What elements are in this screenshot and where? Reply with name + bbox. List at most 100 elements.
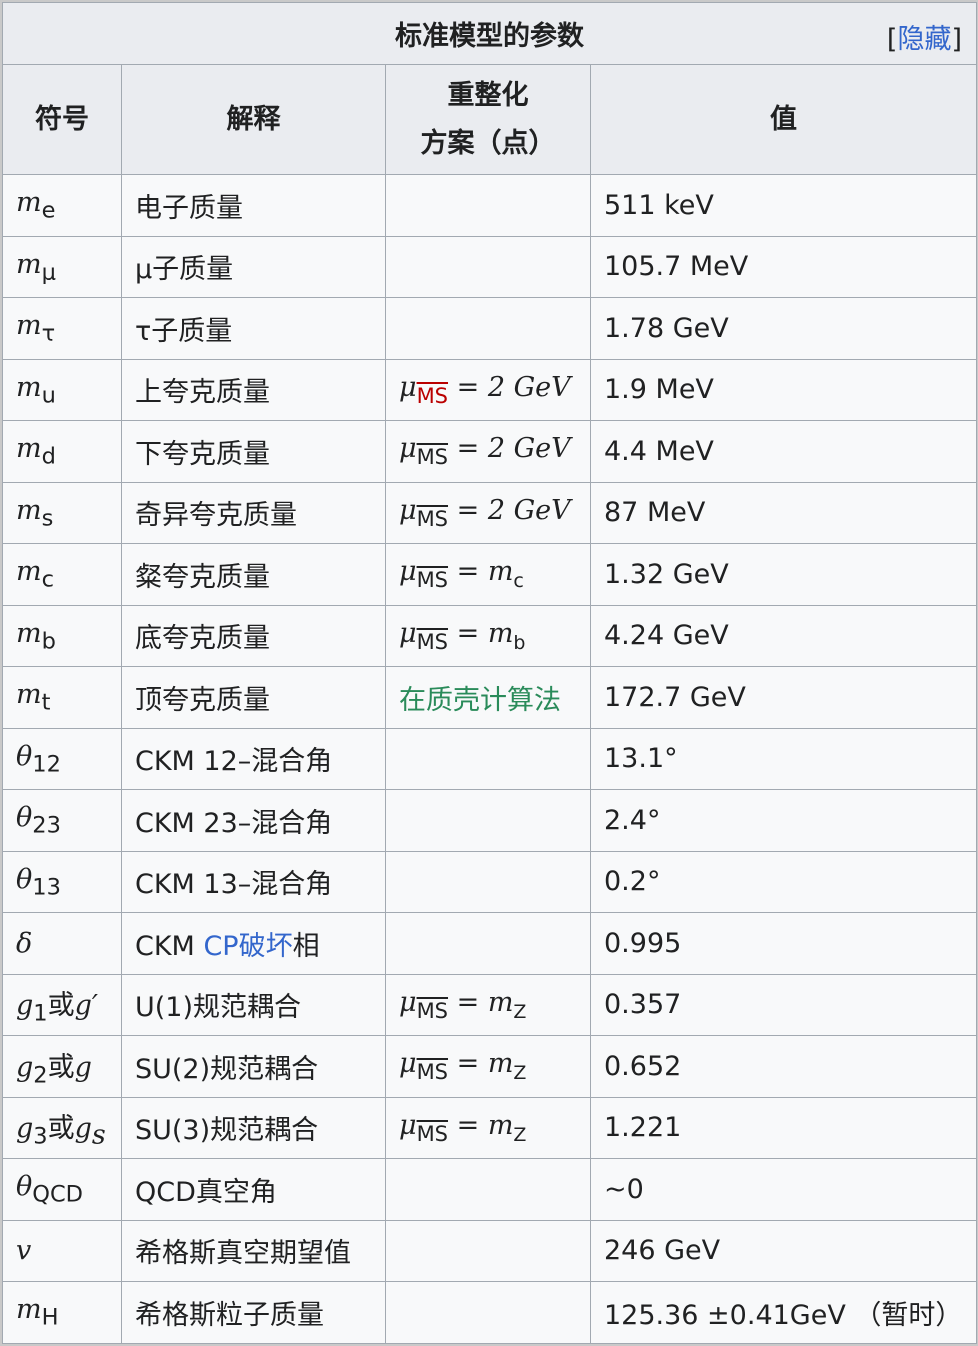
table-body: me 电子质量 511 keV mμ μ子质量 105.7 MeV mτ τ子质量 1.78 G… (2, 174, 977, 1344)
symbol-sub: H (41, 1304, 59, 1331)
scheme-cell (385, 727, 591, 790)
symbol-sub: 2 (33, 1061, 48, 1088)
scheme-rhs-sub: c (513, 570, 524, 593)
symbol-alt: g (74, 1051, 92, 1083)
header-scheme-line2: 方案（点） (420, 127, 556, 159)
explanation-cell: 底夸克质量 (121, 604, 386, 667)
desc-suffix: 相 (292, 930, 320, 962)
symbol-cell: mH (2, 1281, 122, 1344)
scheme-cell (385, 174, 591, 237)
symbol-main: m (16, 617, 42, 649)
value-text: 1.32 GeV (604, 558, 729, 590)
symbol-main: g (16, 1112, 34, 1144)
scheme-cell: μMS = 2 GeV (385, 358, 591, 421)
value-text: 1.78 GeV (604, 312, 729, 344)
table-row: mt 顶夸克质量 在质壳计算法 172.7 GeV (2, 666, 977, 729)
table-row: mH 希格斯粒子质量 125.36 ±0.41GeV （暂时） (2, 1281, 977, 1344)
symbol-sub: τ (41, 320, 56, 347)
scheme-mu: μ (399, 433, 417, 465)
hide-link[interactable]: 隐藏 (897, 24, 951, 55)
desc-text: 希格斯粒子质量 (135, 1299, 324, 1331)
value-cell: 1.32 GeV (590, 543, 977, 606)
explanation-cell: U(1)规范耦合 (121, 973, 386, 1036)
desc-text: 奇异夸克质量 (135, 500, 297, 532)
symbol-cell: me (2, 174, 122, 237)
scheme-mu: μ (399, 617, 417, 649)
explanation-cell: CKM 13–混合角 (121, 850, 386, 913)
value-cell: 105.7 MeV (590, 235, 977, 298)
table-row: θQCD QCD真空角 ~0 (2, 1158, 977, 1221)
scheme-rhs: = 2 GeV (456, 494, 571, 526)
desc-text: 顶夸克质量 (135, 684, 270, 716)
ms-bar-link[interactable]: MS (417, 1122, 448, 1146)
header-scheme-line1: 重整化 (447, 79, 529, 111)
desc-text: CKM 23–混合角 (135, 807, 333, 839)
symbol-cell: g1或g′ (2, 973, 122, 1036)
symbol-sub: QCD (32, 1181, 84, 1208)
value-text: 125.36 ±0.41GeV （暂时） (604, 1299, 963, 1331)
symbol-cell: θQCD (2, 1158, 122, 1221)
scheme-rhs: = 2 GeV (456, 433, 571, 465)
desc-text: U(1)规范耦合 (135, 992, 302, 1024)
symbol-main: m (16, 1294, 42, 1326)
explanation-cell: CKM 12–混合角 (121, 727, 386, 790)
value-cell: ~0 (590, 1158, 977, 1221)
symbol-main: m (16, 433, 42, 465)
value-text: 2.4° (604, 804, 661, 836)
table-caption: 标准模型的参数 [隐藏] (2, 2, 977, 65)
symbol-sub: c (41, 566, 54, 593)
symbol-or: 或 (47, 1112, 75, 1144)
ms-bar-link[interactable]: MS (417, 384, 448, 408)
symbol-sub: μ (41, 258, 56, 285)
ms-bar-link[interactable]: MS (417, 568, 448, 592)
symbol-main: δ (16, 927, 33, 959)
table-row: δ CKM CP破坏相 0.995 (2, 912, 977, 975)
scheme-mu: μ (399, 494, 417, 526)
ms-bar-link[interactable]: MS (417, 1060, 448, 1084)
scheme-rhs: = m (456, 617, 514, 649)
desc-text: QCD真空角 (135, 1176, 277, 1208)
hide-toggle[interactable]: [隐藏] (887, 17, 962, 56)
symbol-main: θ (16, 863, 33, 895)
parameter-table: 标准模型的参数 [隐藏] 符号 解释 重整化 方案（点） 值 me 电子质量 511… (2, 2, 977, 1344)
scheme-cell: μMS = mc (385, 543, 591, 606)
value-text: 0.652 (604, 1050, 682, 1082)
symbol-alt: g′ (74, 990, 99, 1022)
value-cell: 87 MeV (590, 481, 977, 544)
scheme-mu: μ (399, 556, 417, 588)
scheme-cell (385, 297, 591, 360)
scheme-rhs-sub: Z (513, 1123, 527, 1146)
symbol-cell: mt (2, 666, 122, 729)
symbol-main: m (16, 679, 42, 711)
table-row: θ23 CKM 23–混合角 2.4° (2, 789, 977, 852)
symbol-main: m (16, 187, 42, 219)
value-cell: 0.2° (590, 850, 977, 913)
symbol-cell: θ23 (2, 789, 122, 852)
symbol-alt-sub: s (91, 1118, 106, 1150)
cp-violation-link[interactable]: CP破坏 (203, 931, 292, 962)
scheme-cell: μMS = mZ (385, 1035, 591, 1098)
symbol-sub: 1 (33, 1000, 48, 1027)
value-text: 0.995 (604, 927, 682, 959)
symbol-main: m (16, 371, 42, 403)
explanation-cell: 上夸克质量 (121, 358, 386, 421)
symbol-cell: mτ (2, 297, 122, 360)
desc-text: 底夸克质量 (135, 623, 270, 655)
value-text: 172.7 GeV (604, 681, 746, 713)
explanation-cell: 电子质量 (121, 174, 386, 237)
desc-text: CKM 13–混合角 (135, 869, 333, 901)
scheme-cell: μMS = mZ (385, 1096, 591, 1159)
symbol-main: θ (16, 1171, 33, 1203)
ms-bar-link[interactable]: MS (417, 445, 448, 469)
on-shell-scheme-link[interactable]: 在质壳计算法 (399, 685, 561, 716)
symbol-alt: g (74, 1112, 92, 1144)
scheme-cell: μMS = mZ (385, 973, 591, 1036)
ms-bar-link[interactable]: MS (417, 507, 448, 531)
scheme-mu: μ (399, 986, 417, 1018)
value-cell: 511 keV (590, 174, 977, 237)
symbol-main: θ (16, 740, 33, 772)
ms-bar-link[interactable]: MS (417, 630, 448, 654)
ms-bar-link[interactable]: MS (417, 999, 448, 1023)
desc-text: SU(2)规范耦合 (135, 1053, 319, 1085)
scheme-rhs: = m (456, 986, 514, 1018)
